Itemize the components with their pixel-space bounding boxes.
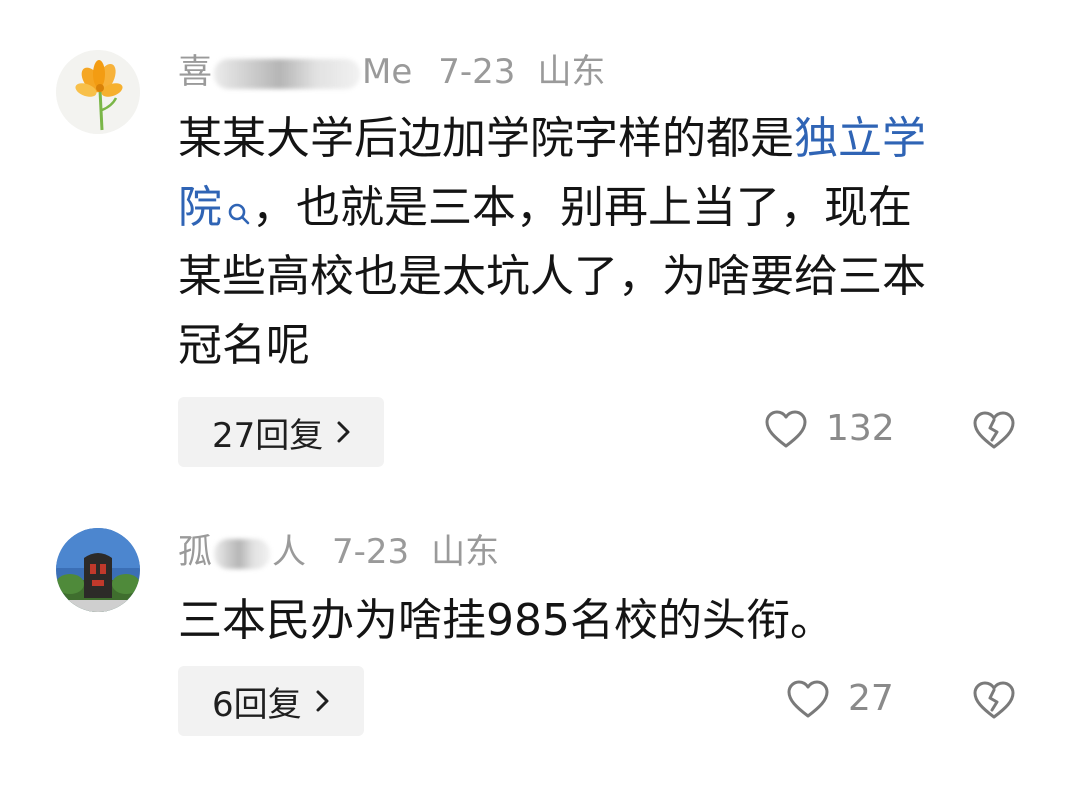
comment-line-1: 某某大学后边加学院字样的都是独立学: [178, 104, 1018, 173]
user-avatar[interactable]: [56, 50, 140, 134]
comment-meta: 孤人 7-23 山东: [178, 532, 499, 572]
search-icon[interactable]: [226, 179, 252, 225]
username-start: 喜: [178, 52, 212, 92]
comment-date: 7-23: [332, 532, 410, 572]
comment-line-3: 某些高校也是太坑人了，为啥要给三本: [178, 251, 926, 302]
heart-icon: [765, 410, 807, 447]
chevron-right-icon: [337, 421, 350, 443]
like-button[interactable]: 132: [764, 408, 895, 449]
dislike-button[interactable]: [972, 680, 1016, 724]
reply-count-label: 27回复: [212, 415, 324, 456]
username[interactable]: 喜 Me: [178, 52, 412, 92]
flower-avatar-icon: [56, 50, 140, 134]
comment-line-4: 冠名呢: [178, 320, 310, 371]
username-end: 人: [272, 532, 306, 572]
chevron-right-icon: [316, 690, 329, 712]
search-link[interactable]: 独立学: [794, 113, 926, 164]
user-avatar[interactable]: [56, 528, 140, 612]
broken-heart-icon: [973, 411, 1015, 449]
comment-text-segment: 某某大学后边加学院字样的都是: [178, 113, 794, 164]
comment-item: 喜 Me 7-23 山东 某某大学后边加学院字样的都是独立学 院 ，也就是三本，别再…: [0, 0, 1078, 480]
comment-meta: 喜 Me 7-23 山东: [178, 52, 605, 92]
view-replies-button[interactable]: 27回复: [178, 397, 384, 467]
comment-text: 某某大学后边加学院字样的都是独立学 院 ，也就是三本，别再上当了，现在 某些高校也…: [178, 104, 1018, 380]
search-link-continued[interactable]: 院: [178, 182, 222, 233]
view-replies-button[interactable]: 6回复: [178, 666, 364, 736]
dislike-button[interactable]: [972, 410, 1016, 454]
like-button[interactable]: 27: [786, 678, 894, 719]
username-start: 孤: [178, 532, 212, 572]
username-end: Me: [362, 52, 413, 92]
heart-icon: [787, 680, 829, 717]
comment-location: 山东: [537, 52, 606, 92]
broken-heart-icon: [973, 681, 1015, 719]
reply-count-label: 6回复: [212, 684, 302, 725]
comment-line-2: 院 ，也就是三本，别再上当了，现在: [178, 173, 1018, 242]
like-count: 132: [826, 408, 895, 449]
monument-avatar-icon: [56, 528, 140, 612]
comment-text-segment: ，也就是三本，别再上当了，现在: [252, 182, 912, 233]
like-count: 27: [848, 678, 894, 719]
redacted-username-mask: [214, 58, 360, 89]
redacted-username-mask: [214, 538, 270, 569]
comment-date: 7-23: [438, 52, 516, 92]
comment-location: 山东: [431, 532, 500, 572]
username[interactable]: 孤人: [178, 532, 306, 572]
comment-item: 孤人 7-23 山东 三本民办为啥挂985名校的头衔。 6回复 27: [0, 480, 1078, 788]
comment-text: 三本民办为啥挂985名校的头衔。: [178, 595, 834, 646]
